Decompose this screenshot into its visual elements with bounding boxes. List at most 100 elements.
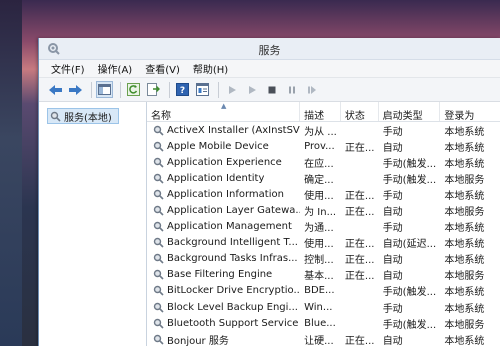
service-description: BDE... (304, 285, 335, 297)
service-startup-type: 手动 (382, 190, 403, 202)
service-logon-as: 本地系统 (444, 287, 485, 299)
table-row[interactable]: Application Layer Gatewa... 为 In... 正在... 自… (147, 202, 500, 218)
service-status: 正在... (344, 190, 375, 202)
column-header-description[interactable]: 描述 (300, 102, 341, 121)
service-gear-icon (153, 302, 164, 313)
table-row[interactable]: Bluetooth Support Service Blue... 手动(触发...… (147, 315, 500, 331)
service-startup-type: 自动 (382, 271, 403, 283)
service-description: 使用... (304, 190, 334, 202)
table-row[interactable]: Background Tasks Infras... 控制... 正在... 自动 本地… (147, 251, 500, 267)
refresh-button[interactable] (125, 81, 142, 98)
service-name: Application Identity (167, 172, 265, 184)
export-icon (147, 83, 160, 96)
toolbar-separator (91, 81, 92, 98)
menu-help[interactable]: 帮助(H) (193, 61, 228, 76)
sort-ascending-icon: ▲ (221, 102, 227, 110)
service-name-cell: BitLocker Drive Encryptio... (147, 285, 300, 296)
gear-search-icon (50, 111, 61, 122)
table-row[interactable]: Base Filtering Engine 基本... 正在... 自动 本地服务 (147, 267, 500, 283)
services-window: 服务 文件(F) 操作(A) 查看(V) 帮助(H) ? 服务(本地) ▲ 名称… (38, 38, 500, 346)
service-gear-icon (153, 157, 164, 168)
export-button[interactable] (145, 81, 162, 98)
show-tree-button[interactable] (96, 81, 113, 98)
service-name-cell: Background Tasks Infras... (147, 253, 300, 264)
service-gear-icon (153, 334, 164, 345)
column-header-startup-type[interactable]: 启动类型 (379, 102, 441, 121)
column-header-status[interactable]: 状态 (341, 102, 379, 121)
properties-button[interactable] (194, 81, 211, 98)
service-name: BitLocker Drive Encryptio... (167, 285, 301, 297)
service-status: 正在... (344, 239, 375, 251)
service-name: Application Layer Gatewa... (167, 205, 301, 217)
service-startup-type: 手动 (382, 223, 403, 235)
table-row[interactable]: ActiveX Installer (AxInstSV) 为从 ... 手动 本地系统 (147, 122, 500, 138)
service-startup-type: 手动(触发... (382, 287, 437, 299)
service-logon-as: 本地系统 (444, 223, 485, 235)
restart-button[interactable] (303, 81, 320, 98)
service-name-cell: Application Management (147, 221, 300, 232)
forward-button[interactable] (67, 81, 84, 98)
menu-action[interactable]: 操作(A) (98, 61, 133, 76)
service-startup-type: 手动 (382, 303, 403, 315)
service-gear-icon (153, 125, 164, 136)
start-alt-button[interactable] (243, 81, 260, 98)
service-description: 让硬... (304, 335, 334, 346)
properties-icon (196, 83, 209, 96)
service-logon-as: 本地系统 (444, 303, 485, 315)
service-startup-type: 手动(触发... (382, 319, 437, 331)
start-button[interactable] (223, 81, 240, 98)
service-logon-as: 本地系统 (444, 142, 485, 154)
service-name: Bluetooth Support Service (167, 317, 299, 329)
table-row[interactable]: Bonjour 服务 让硬... 正在... 自动 本地系统 (147, 331, 500, 346)
service-startup-type: 自动(延迟... (382, 239, 437, 251)
table-row[interactable]: Block Level Backup Engi... Win... 手动 本地系统 (147, 299, 500, 315)
start-alt-icon (248, 85, 256, 94)
service-name-cell: Application Layer Gatewa... (147, 205, 300, 216)
service-name: Base Filtering Engine (167, 269, 273, 281)
table-row[interactable]: BitLocker Drive Encryptio... BDE... 手动(触发.… (147, 283, 500, 299)
service-logon-as: 本地系统 (444, 239, 485, 251)
table-row[interactable]: Application Information 使用... 正在... 手动 本地系统 (147, 186, 500, 202)
table-row[interactable]: Apple Mobile Device Prov... 正在... 自动 本地系统 (147, 138, 500, 154)
service-description: 为从 ... (304, 126, 337, 138)
column-header-logon-as[interactable]: 登录为 (440, 102, 500, 121)
service-logon-as: 本地服务 (444, 271, 485, 283)
back-arrow-icon (49, 84, 62, 95)
service-gear-icon (153, 286, 164, 297)
service-description: 基本... (304, 271, 334, 283)
list-rows: ActiveX Installer (AxInstSV) 为从 ... 手动 本地系统… (147, 122, 500, 346)
help-button[interactable]: ? (174, 81, 191, 98)
table-row[interactable]: Background Intelligent T... 使用... 正在... 自动(… (147, 235, 500, 251)
tree-item-services-local[interactable]: 服务(本地) (47, 108, 119, 124)
pause-icon (288, 86, 295, 93)
table-row[interactable]: Application Identity 确定... 手动(触发... 本地服务 (147, 170, 500, 186)
service-status: 正在... (344, 335, 375, 346)
service-status: 正在... (344, 255, 375, 267)
service-description: 在应... (304, 158, 334, 170)
title-bar[interactable]: 服务 (39, 38, 500, 60)
pause-button[interactable] (283, 81, 300, 98)
service-name: Application Management (167, 221, 292, 233)
menu-view[interactable]: 查看(V) (145, 61, 180, 76)
service-name: Application Information (167, 188, 284, 200)
table-row[interactable]: Application Management 为通... 手动 本地系统 (147, 219, 500, 235)
service-logon-as: 本地系统 (444, 158, 485, 170)
list-header: ▲ 名称 描述 状态 启动类型 登录为 (147, 102, 500, 122)
menu-file[interactable]: 文件(F) (51, 61, 85, 76)
toolbar-separator (169, 81, 170, 98)
service-name-cell: Bonjour 服务 (147, 332, 300, 346)
back-button[interactable] (47, 81, 64, 98)
service-name: Bonjour 服务 (167, 335, 229, 346)
service-gear-icon (153, 141, 164, 152)
stop-button[interactable] (263, 81, 280, 98)
service-description: 使用... (304, 239, 334, 251)
service-gear-icon (153, 238, 164, 248)
svg-text:?: ? (180, 86, 185, 96)
services-list: ▲ 名称 描述 状态 启动类型 登录为 ActiveX Installer (A… (147, 102, 500, 346)
table-row[interactable]: Application Experience 在应... 手动(触发... 本地系统 (147, 154, 500, 170)
service-gear-icon (153, 189, 164, 200)
service-name-cell: Bluetooth Support Service (147, 318, 300, 329)
service-logon-as: 本地系统 (444, 335, 485, 346)
service-logon-as: 本地服务 (444, 319, 485, 331)
service-gear-icon (153, 270, 164, 280)
